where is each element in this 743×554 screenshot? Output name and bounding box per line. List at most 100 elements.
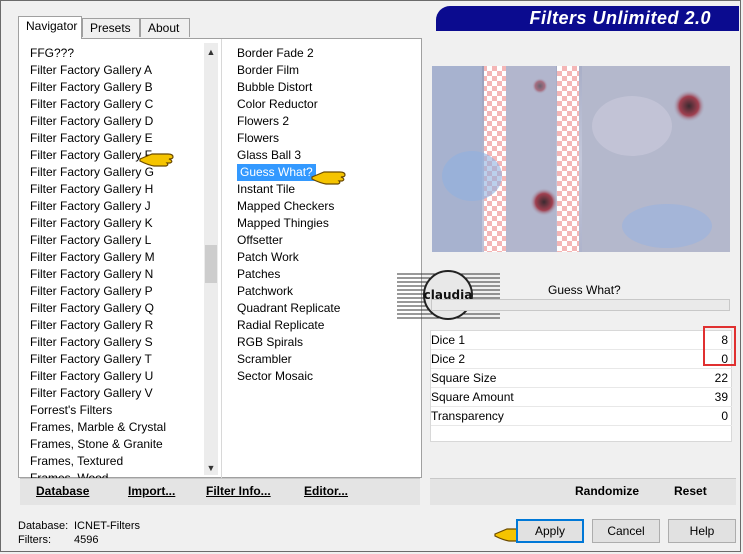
- app-title: Filters Unlimited 2.0: [529, 8, 711, 28]
- filter-item[interactable]: Mapped Thingies: [234, 215, 414, 232]
- param-value[interactable]: 22: [715, 369, 728, 387]
- filter-item-label: Flowers 2: [237, 114, 290, 128]
- category-item[interactable]: Filter Factory Gallery M: [27, 249, 207, 266]
- scroll-thumb[interactable]: [205, 245, 217, 283]
- category-item[interactable]: Filter Factory Gallery C: [27, 96, 207, 113]
- database-label: Database:: [18, 520, 69, 532]
- filter-item-label: Bubble Distort: [237, 80, 313, 94]
- database-button[interactable]: Database: [36, 484, 89, 498]
- filter-item-label: Color Reductor: [237, 97, 318, 111]
- tab-presets[interactable]: Presets: [82, 18, 140, 37]
- left-button-bar: Database Import... Filter Info... Editor…: [20, 478, 420, 505]
- filter-item[interactable]: Bubble Distort: [234, 79, 414, 96]
- filter-item[interactable]: Glass Ball 3: [234, 147, 414, 164]
- filter-item[interactable]: Flowers: [234, 130, 414, 147]
- param-row[interactable]: Dice 20: [431, 350, 732, 369]
- param-name: Transparency: [431, 409, 504, 423]
- filter-item-label: Patch Work: [237, 250, 299, 264]
- scroll-down-icon[interactable]: ▼: [204, 461, 218, 475]
- filter-item[interactable]: RGB Spirals: [234, 334, 414, 351]
- filter-item-label: Mapped Checkers: [237, 199, 335, 213]
- param-row[interactable]: Square Size 22: [431, 369, 732, 388]
- category-item[interactable]: Filter Factory Gallery P: [27, 283, 207, 300]
- category-item[interactable]: Filter Factory Gallery L: [27, 232, 207, 249]
- category-item[interactable]: Forrest's Filters: [27, 402, 207, 419]
- navigator-panel: FFG??? Filter Factory Gallery A Filter Fac…: [18, 38, 422, 485]
- pointing-hand-icon: [139, 153, 174, 167]
- filter-item[interactable]: Radial Replicate: [234, 317, 414, 334]
- filter-item[interactable]: Border Fade 2: [234, 45, 414, 62]
- category-item[interactable]: FFG???: [27, 45, 207, 62]
- tab-about[interactable]: About: [140, 18, 190, 37]
- category-item[interactable]: Filter Factory Gallery N: [27, 266, 207, 283]
- filter-item[interactable]: Quadrant Replicate: [234, 300, 414, 317]
- app-banner: Filters Unlimited 2.0: [436, 6, 739, 31]
- pointing-hand-icon: [311, 171, 346, 185]
- category-item[interactable]: Filter Factory Gallery F: [27, 147, 207, 164]
- preview-image: [432, 66, 730, 252]
- category-scrollbar[interactable]: ▲ ▼: [204, 43, 218, 475]
- param-value[interactable]: 39: [715, 388, 728, 406]
- filter-list[interactable]: Border Fade 2 Border Film Bubble Distort Co…: [234, 45, 414, 385]
- current-filter-name: Guess What?: [548, 283, 621, 297]
- import-button[interactable]: Import...: [128, 484, 175, 498]
- watermark-logo: claudia: [397, 270, 500, 320]
- progress-bar: [431, 299, 730, 311]
- editor-button[interactable]: Editor...: [304, 484, 348, 498]
- tab-navigator[interactable]: Navigator: [18, 16, 82, 39]
- category-item[interactable]: Filter Factory Gallery Q: [27, 300, 207, 317]
- param-name: Dice 2: [431, 352, 466, 366]
- filter-item-label: Border Film: [237, 63, 300, 77]
- filter-item-label: Instant Tile: [237, 182, 296, 196]
- category-item[interactable]: Filter Factory Gallery A: [27, 62, 207, 79]
- filter-item[interactable]: Patch Work: [234, 249, 414, 266]
- category-item[interactable]: Filter Factory Gallery E: [27, 130, 207, 147]
- category-item[interactable]: Filter Factory Gallery T: [27, 351, 207, 368]
- parameter-list: Dice 1 8 Dice 2 0 Square Size 22 Square Amount…: [431, 331, 732, 426]
- param-row[interactable]: Transparency 0: [431, 407, 732, 426]
- filter-item[interactable]: Border Film: [234, 62, 414, 79]
- category-item[interactable]: Filter Factory Gallery B: [27, 79, 207, 96]
- filter-item[interactable]: Sector Mosaic: [234, 368, 414, 385]
- filter-info-button[interactable]: Filter Info...: [206, 484, 271, 498]
- help-button[interactable]: Help: [668, 519, 736, 543]
- filter-item[interactable]: Offsetter: [234, 232, 414, 249]
- apply-button[interactable]: Apply: [516, 519, 584, 543]
- filter-item-label: Border Fade 2: [237, 46, 314, 60]
- category-item[interactable]: Frames, Stone & Granite: [27, 436, 207, 453]
- reset-button[interactable]: Reset: [674, 484, 707, 498]
- param-row[interactable]: Dice 18: [431, 331, 732, 350]
- category-item[interactable]: Frames, Textured: [27, 453, 207, 470]
- param-value[interactable]: 0: [721, 407, 728, 425]
- filter-item-label: RGB Spirals: [237, 335, 304, 349]
- category-item[interactable]: Filter Factory Gallery R: [27, 317, 207, 334]
- param-row[interactable]: Square Amount 39: [431, 388, 732, 407]
- randomize-button[interactable]: Randomize: [575, 484, 639, 498]
- category-item[interactable]: Filter Factory Gallery K: [27, 215, 207, 232]
- filter-item[interactable]: Patches: [234, 266, 414, 283]
- filter-item[interactable]: Flowers 2: [234, 113, 414, 130]
- scroll-up-icon[interactable]: ▲: [204, 45, 218, 59]
- filter-item[interactable]: Mapped Checkers: [234, 198, 414, 215]
- category-item[interactable]: Filter Factory Gallery D: [27, 113, 207, 130]
- database-value: ICNET-Filters: [74, 520, 140, 532]
- category-list[interactable]: FFG??? Filter Factory Gallery A Filter Fac…: [27, 45, 207, 487]
- filter-item-label: Glass Ball 3: [237, 148, 302, 162]
- category-item[interactable]: Filter Factory Gallery S: [27, 334, 207, 351]
- category-item[interactable]: Filter Factory Gallery J: [27, 198, 207, 215]
- category-item[interactable]: Filter Factory Gallery U: [27, 368, 207, 385]
- filter-item[interactable]: Color Reductor: [234, 96, 414, 113]
- category-item[interactable]: Filter Factory Gallery G: [27, 164, 207, 181]
- highlight-box: [703, 326, 736, 366]
- filter-item-label: Sector Mosaic: [237, 369, 314, 383]
- category-item[interactable]: Filter Factory Gallery V: [27, 385, 207, 402]
- database-info: Database: ICNET-Filters Filters: 4596: [18, 519, 140, 547]
- filter-item-label: Flowers: [237, 131, 280, 145]
- category-item[interactable]: Filter Factory Gallery H: [27, 181, 207, 198]
- right-button-bar: Randomize Reset: [430, 478, 736, 505]
- filter-item[interactable]: Scrambler: [234, 351, 414, 368]
- filter-item[interactable]: Patchwork: [234, 283, 414, 300]
- category-item[interactable]: Frames, Marble & Crystal: [27, 419, 207, 436]
- filter-item-label: Quadrant Replicate: [237, 301, 341, 315]
- cancel-button[interactable]: Cancel: [592, 519, 660, 543]
